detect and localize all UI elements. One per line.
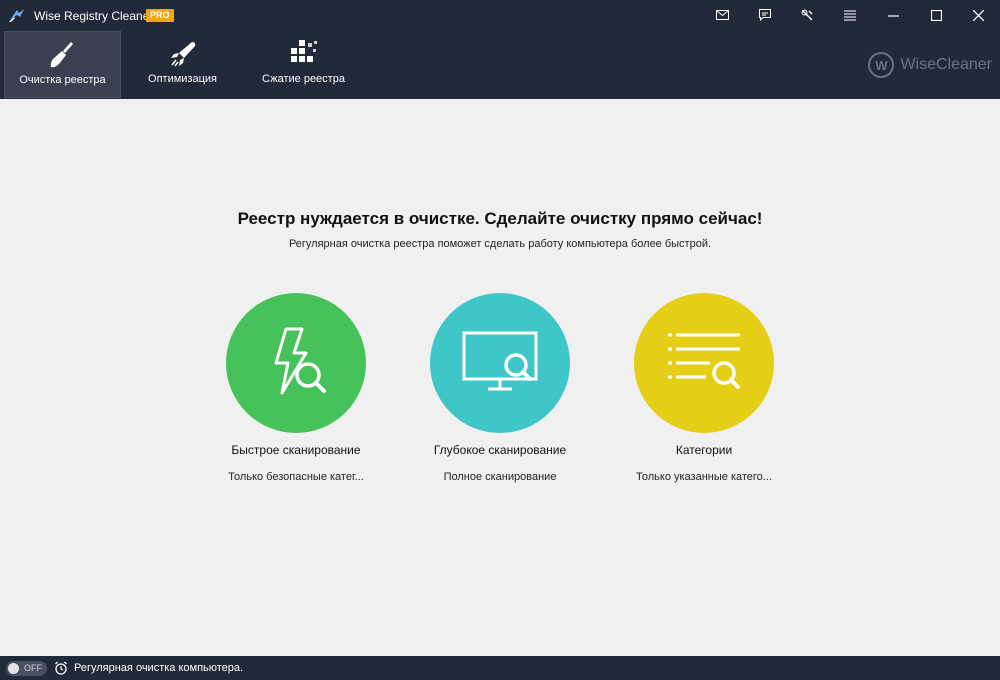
fast-scan-button[interactable] bbox=[226, 293, 366, 433]
compress-icon bbox=[290, 40, 317, 62]
alarm-clock-icon bbox=[55, 661, 67, 675]
tab-label: Очистка реестра bbox=[19, 74, 106, 86]
tab-label: Сжатие реестра bbox=[262, 73, 345, 85]
status-bar: OFF Регулярная очистка компьютера. bbox=[0, 656, 1000, 680]
feedback-button[interactable] bbox=[745, 0, 785, 30]
deep-scan-icon bbox=[462, 331, 538, 391]
main-content: Реестр нуждается в очистке. Сделайте очи… bbox=[0, 99, 1000, 656]
categories-scan-card[interactable]: Категории Только указанные катего... bbox=[604, 293, 804, 493]
wisecleaner-brand[interactable]: W WiseCleaner bbox=[868, 51, 992, 79]
page-subtitle: Регулярная очистка реестра поможет сдела… bbox=[288, 238, 712, 250]
title-bar: Wise Registry Cleaner X PRO bbox=[0, 0, 1000, 30]
tab-optimization[interactable]: Оптимизация bbox=[124, 31, 241, 98]
maximize-icon bbox=[930, 9, 942, 21]
fast-scan-card[interactable]: Быстрое сканирование Только безопасные к… bbox=[196, 293, 396, 493]
maximize-button[interactable] bbox=[916, 0, 956, 30]
scheduled-clean-toggle[interactable]: OFF bbox=[6, 661, 47, 676]
scan-description: Только безопасные катег... bbox=[228, 471, 364, 483]
scan-description: Только указанные катего... bbox=[636, 471, 772, 483]
scan-title: Категории bbox=[675, 443, 733, 457]
tab-registry-compress[interactable]: Сжатие реестра bbox=[245, 31, 362, 98]
mail-icon bbox=[715, 10, 729, 20]
minimize-icon bbox=[887, 14, 899, 17]
main-toolbar: Очистка реестра Оптимизация Сжатие реест… bbox=[0, 30, 1000, 99]
brand-name: WiseCleaner bbox=[900, 56, 992, 73]
page-title: Реестр нуждается в очистке. Сделайте очи… bbox=[237, 209, 763, 228]
tools-icon bbox=[801, 9, 813, 21]
close-icon bbox=[972, 9, 984, 21]
feedback-icon bbox=[759, 9, 771, 21]
tab-label: Оптимизация bbox=[148, 73, 217, 85]
scan-title: Быстрое сканирование bbox=[231, 443, 361, 457]
categories-icon bbox=[668, 333, 740, 389]
rocket-icon bbox=[170, 42, 195, 67]
broom-icon bbox=[50, 42, 73, 68]
mail-button[interactable] bbox=[702, 0, 742, 30]
toggle-knob bbox=[8, 663, 19, 674]
scan-description: Полное сканирование bbox=[443, 471, 557, 483]
categories-scan-button[interactable] bbox=[634, 293, 774, 433]
wisecleaner-logo-icon: W bbox=[868, 52, 895, 78]
app-logo-icon bbox=[9, 9, 24, 22]
close-button[interactable] bbox=[958, 0, 998, 30]
menu-button[interactable] bbox=[830, 0, 870, 30]
pro-badge: PRO bbox=[146, 9, 174, 22]
deep-scan-button[interactable] bbox=[430, 293, 570, 433]
fast-scan-icon bbox=[274, 327, 326, 395]
toggle-label: OFF bbox=[24, 663, 42, 673]
minimize-button[interactable] bbox=[873, 0, 913, 30]
scan-title: Глубокое сканирование bbox=[433, 443, 567, 457]
tools-button[interactable] bbox=[787, 0, 827, 30]
status-text: Регулярная очистка компьютера. bbox=[74, 662, 244, 674]
tab-registry-cleaner[interactable]: Очистка реестра bbox=[4, 31, 121, 98]
deep-scan-card[interactable]: Глубокое сканирование Полное сканировани… bbox=[400, 293, 600, 493]
menu-icon bbox=[844, 10, 856, 20]
